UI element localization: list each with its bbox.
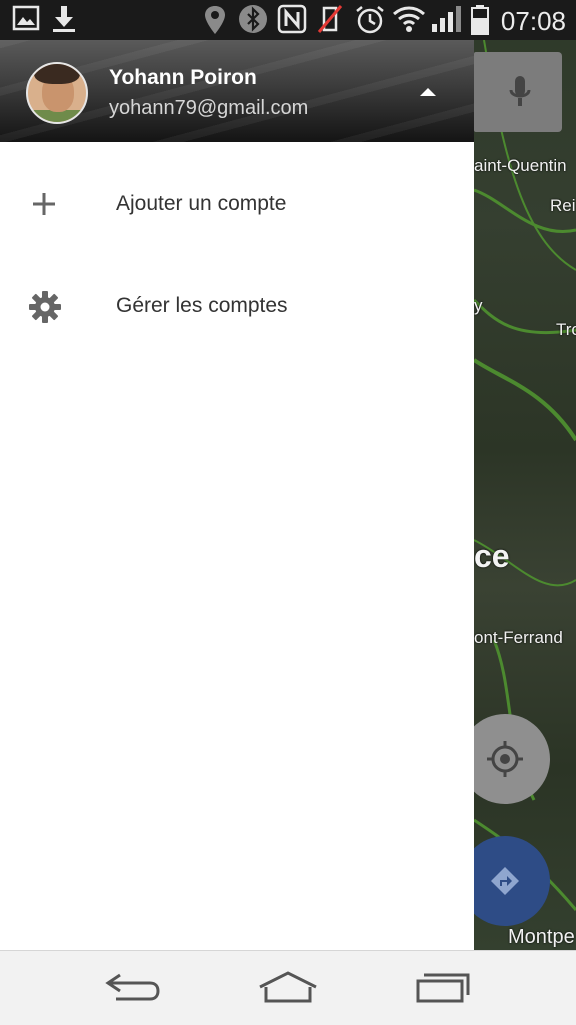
plus-icon <box>28 188 60 225</box>
avatar <box>26 62 88 124</box>
status-time: 07:08 <box>500 6 566 36</box>
recents-icon[interactable] <box>414 969 472 1010</box>
map-label: Montpe <box>508 926 575 948</box>
map-label: aint-Quentin <box>474 156 567 175</box>
status-bar: 07:08 <box>0 0 576 40</box>
map-label: ont-Ferrand <box>474 628 563 647</box>
menu-item-add-account[interactable]: Ajouter un compte <box>0 162 474 252</box>
home-icon[interactable] <box>256 969 320 1010</box>
system-nav-bar <box>0 950 576 1025</box>
navigation-drawer: Yohann Poiron yohann79@gmail.com Ajouter… <box>0 40 474 950</box>
account-name: Yohann Poiron <box>109 66 257 89</box>
caret-up-icon[interactable] <box>420 88 436 96</box>
account-header[interactable]: Yohann Poiron yohann79@gmail.com <box>0 40 474 142</box>
account-email: yohann79@gmail.com <box>109 97 309 119</box>
mute-icon <box>316 4 344 39</box>
location-icon <box>202 4 228 41</box>
directions-icon <box>491 867 519 895</box>
menu-item-label: Ajouter un compte <box>116 192 287 215</box>
voice-search-button[interactable] <box>474 52 562 132</box>
map-roads <box>474 40 576 911</box>
map-label: ce <box>474 538 510 574</box>
gallery-icon <box>12 4 40 37</box>
back-icon[interactable] <box>102 969 162 1010</box>
nfc-icon <box>277 4 307 39</box>
map-label: y <box>474 296 483 315</box>
map-label: Tro <box>556 320 576 339</box>
menu-item-label: Gérer les comptes <box>116 294 288 317</box>
crosshair-icon <box>487 741 523 777</box>
wifi-icon <box>392 4 426 39</box>
signal-icon <box>430 4 464 39</box>
battery-icon <box>470 4 490 41</box>
download-icon <box>50 4 78 39</box>
map-label: Rei <box>550 196 576 215</box>
gear-icon <box>28 290 62 329</box>
bluetooth-icon <box>238 4 268 39</box>
menu-item-manage-accounts[interactable]: Gérer les comptes <box>0 264 474 354</box>
microphone-icon <box>509 76 531 106</box>
map-view[interactable]: aint-Quentin Rei y Tro ce ont-Ferrand Mo… <box>474 40 576 950</box>
alarm-icon <box>354 4 386 41</box>
